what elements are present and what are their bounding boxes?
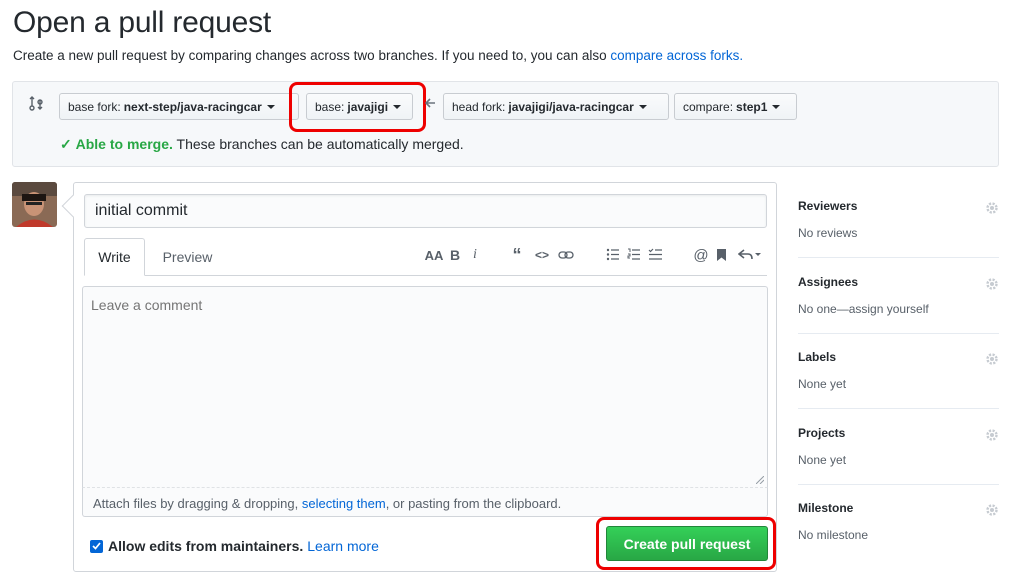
sidebar-reviewers-title: Reviewers xyxy=(798,199,858,213)
compare-prefix: compare: xyxy=(683,99,734,114)
check-icon: ✓ xyxy=(60,136,72,152)
merge-status-text: These branches can be automatically merg… xyxy=(176,136,464,152)
ordered-list-icon[interactable] xyxy=(627,248,641,261)
git-compare-icon xyxy=(29,96,43,111)
highlight-box-create xyxy=(596,517,776,570)
tab-write[interactable]: Write xyxy=(84,238,145,276)
sidebar-assignees-title: Assignees xyxy=(798,275,859,289)
head-fork-prefix: head fork: xyxy=(452,99,506,114)
select-files-link[interactable]: selecting them xyxy=(302,496,386,511)
compare-across-forks-link[interactable]: compare across forks. xyxy=(610,48,743,63)
page-title: Open a pull request xyxy=(13,6,272,39)
sidebar-milestone-value: No milestone xyxy=(798,528,869,542)
merge-ok-label: Able to merge. xyxy=(75,136,173,152)
base-fork-prefix: base fork: xyxy=(68,99,121,114)
head-fork-value: javajigi/java-racingcar xyxy=(508,99,634,114)
allow-edits-row: Allow edits from maintainers. Learn more xyxy=(90,538,379,554)
bold-icon[interactable]: B xyxy=(449,246,461,264)
allow-edits-checkbox[interactable] xyxy=(90,539,103,553)
subtitle-text: Create a new pull request by comparing c… xyxy=(13,48,611,63)
header-icon[interactable]: AA xyxy=(424,246,444,264)
gear-icon[interactable] xyxy=(985,277,999,291)
avatar xyxy=(12,182,57,227)
head-fork-select[interactable]: head fork: javajigi/java-racingcar xyxy=(443,93,669,120)
chevron-down-icon xyxy=(772,104,781,109)
link-icon[interactable] xyxy=(558,249,574,261)
gear-icon[interactable] xyxy=(985,428,999,442)
check-icon xyxy=(92,542,101,550)
arrow-left-icon xyxy=(424,98,435,108)
chevron-down-icon xyxy=(266,104,275,109)
pr-title-input[interactable] xyxy=(84,194,767,228)
attach-text-pre: Attach files by dragging & dropping, xyxy=(93,496,302,511)
mention-icon[interactable]: @ xyxy=(693,246,709,264)
gear-icon[interactable] xyxy=(985,503,999,517)
chevron-down-icon xyxy=(638,104,647,109)
sidebar-labels-title: Labels xyxy=(798,350,837,364)
comment-textarea[interactable] xyxy=(82,286,768,487)
resize-handle-icon[interactable] xyxy=(756,476,764,484)
task-list-icon[interactable] xyxy=(648,248,663,261)
sidebar-reviewers-value: No reviews xyxy=(798,226,858,240)
code-icon[interactable]: <> xyxy=(534,246,550,264)
reply-icon[interactable] xyxy=(738,248,762,261)
compare-branch-select[interactable]: compare: step1 xyxy=(674,93,797,120)
learn-more-link[interactable]: Learn more xyxy=(307,538,379,554)
page-subtitle: Create a new pull request by comparing c… xyxy=(13,48,743,63)
attach-files-bar[interactable]: Attach files by dragging & dropping, sel… xyxy=(82,487,768,517)
gear-icon[interactable] xyxy=(985,201,999,215)
sidebar-divider xyxy=(798,333,999,334)
allow-edits-label: Allow edits from maintainers. xyxy=(108,538,304,554)
attach-text-post: , or pasting from the clipboard. xyxy=(385,496,562,511)
sidebar-divider xyxy=(798,484,999,485)
sidebar-divider xyxy=(798,408,999,409)
unordered-list-icon[interactable] xyxy=(606,248,620,261)
base-fork-select[interactable]: base fork: next-step/java-racingcar xyxy=(59,93,299,120)
sidebar-assignees-value: No one—assign yourself xyxy=(798,302,929,316)
sidebar-labels-value: None yet xyxy=(798,377,847,391)
compare-value: step1 xyxy=(736,99,768,114)
sidebar-projects-value: None yet xyxy=(798,453,847,467)
base-fork-value: next-step/java-racingcar xyxy=(123,99,262,114)
sidebar-divider xyxy=(798,257,999,258)
tab-preview[interactable]: Preview xyxy=(150,238,225,276)
saved-reply-icon[interactable] xyxy=(716,248,727,262)
italic-icon[interactable]: i xyxy=(470,246,480,264)
quote-icon[interactable]: “ xyxy=(510,245,524,265)
sidebar-milestone-title: Milestone xyxy=(798,501,854,515)
merge-status: ✓ Able to merge. These branches can be a… xyxy=(60,136,464,153)
gear-icon[interactable] xyxy=(985,352,999,366)
highlight-box-base xyxy=(289,82,426,132)
sidebar-projects-title: Projects xyxy=(798,426,846,440)
